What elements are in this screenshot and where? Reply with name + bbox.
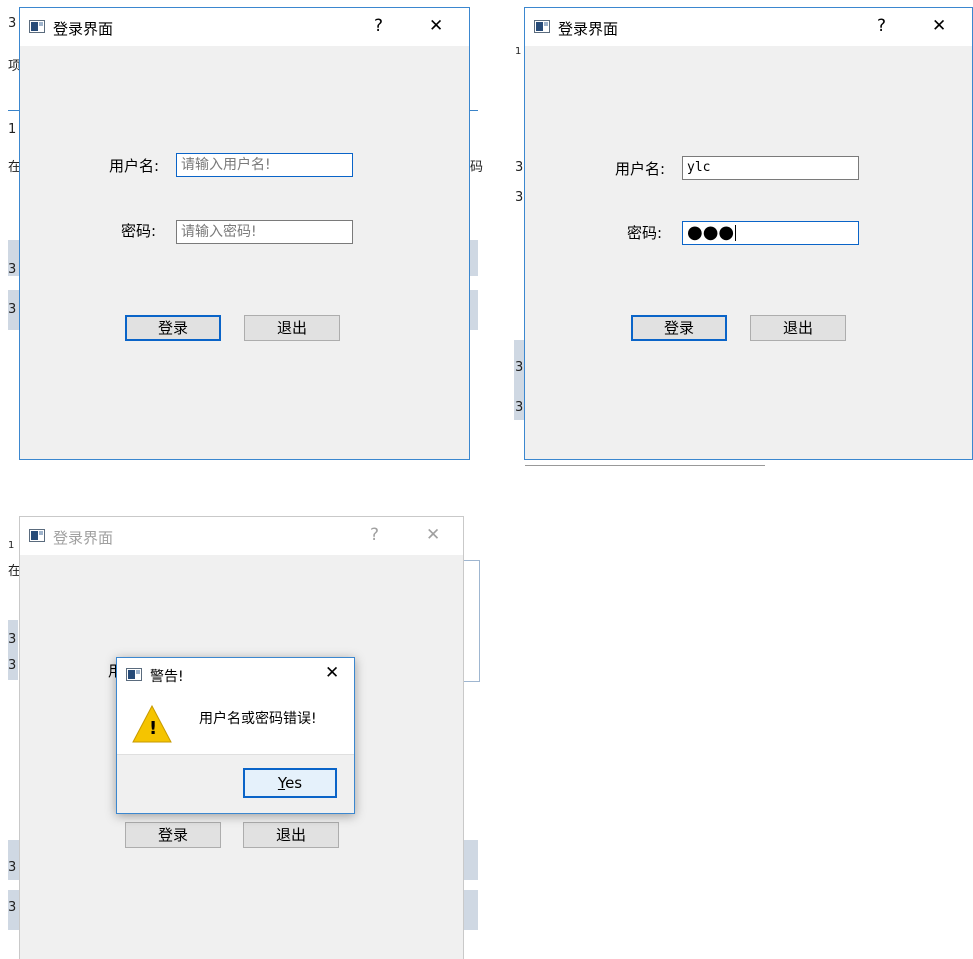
window-title: 登录界面 xyxy=(53,20,114,38)
close-icon[interactable]: ✕ xyxy=(426,525,440,545)
window-title: 登录界面 xyxy=(53,529,114,547)
close-icon[interactable]: ✕ xyxy=(429,16,443,36)
bg-char: 码 xyxy=(470,160,484,175)
dialog-title-bar[interactable]: 警告! ✕ xyxy=(117,658,354,692)
bg-char: 3 xyxy=(515,190,524,205)
exit-button[interactable]: 退出 xyxy=(244,315,340,341)
dialog-message: 用户名或密码错误! xyxy=(199,711,317,727)
bg-char: 3 xyxy=(515,360,524,375)
login-window-empty: 登录界面 ? ✕ 用户名: 密码: 登录 退出 xyxy=(19,7,470,460)
help-button[interactable]: ? xyxy=(374,16,383,36)
login-button[interactable]: 登录 xyxy=(631,315,727,341)
password-input[interactable] xyxy=(176,220,353,244)
app-icon xyxy=(29,529,45,542)
window-title: 登录界面 xyxy=(558,20,619,38)
bg-char: 3 xyxy=(8,16,17,31)
username-value: ylc xyxy=(687,160,711,175)
title-bar[interactable]: 登录界面 ? ✕ xyxy=(20,8,469,46)
dialog-title: 警告! xyxy=(150,669,184,685)
password-input[interactable]: ●●● xyxy=(682,221,859,245)
bg-char: 3 xyxy=(8,632,17,647)
login-window-filled: 登录界面 ? ✕ 用户名: ylc 密码: ●●● 登录 退出 xyxy=(524,7,973,460)
text-caret xyxy=(735,225,737,241)
yes-button-mnemonic: Y xyxy=(277,774,286,792)
username-label: 用户名: xyxy=(109,157,160,175)
bg-char: 3 xyxy=(8,658,17,673)
login-button[interactable]: 登录 xyxy=(125,822,221,848)
help-button[interactable]: ? xyxy=(877,16,886,36)
bg-char: 3 xyxy=(8,302,17,317)
warning-icon-glyph: ! xyxy=(149,718,158,739)
bg-char: 3 xyxy=(515,160,524,175)
title-bar[interactable]: 登录界面 ? ✕ xyxy=(20,517,463,555)
bg-char: 3 xyxy=(515,400,524,415)
title-bar[interactable]: 登录界面 ? ✕ xyxy=(525,8,972,46)
app-icon xyxy=(126,668,142,681)
bg-char: 1 xyxy=(515,46,522,57)
warning-dialog: 警告! ✕ ! 用户名或密码错误! Yes xyxy=(116,657,355,814)
exit-button[interactable]: 退出 xyxy=(243,822,339,848)
bg-char: 3 xyxy=(8,860,17,875)
username-input[interactable] xyxy=(176,153,353,177)
password-label: 密码: xyxy=(121,222,157,240)
password-label: 密码: xyxy=(627,224,663,242)
password-mask: ●●● xyxy=(687,222,735,243)
username-input[interactable]: ylc xyxy=(682,156,859,180)
help-button[interactable]: ? xyxy=(370,525,379,545)
yes-button-label: es xyxy=(285,774,303,792)
close-icon[interactable]: ✕ xyxy=(932,16,946,36)
app-icon xyxy=(29,20,45,33)
bg-char: 3 xyxy=(8,900,17,915)
bg-char: 3 xyxy=(8,262,17,277)
yes-button[interactable]: Yes xyxy=(243,768,337,798)
close-icon[interactable]: ✕ xyxy=(325,663,339,683)
username-label: 用户名: xyxy=(615,160,666,178)
bg-char: 1 xyxy=(8,540,15,551)
dialog-button-area: Yes xyxy=(117,754,354,813)
app-icon xyxy=(534,20,550,33)
exit-button[interactable]: 退出 xyxy=(750,315,846,341)
bg-char: 1 xyxy=(8,122,17,137)
login-button[interactable]: 登录 xyxy=(125,315,221,341)
